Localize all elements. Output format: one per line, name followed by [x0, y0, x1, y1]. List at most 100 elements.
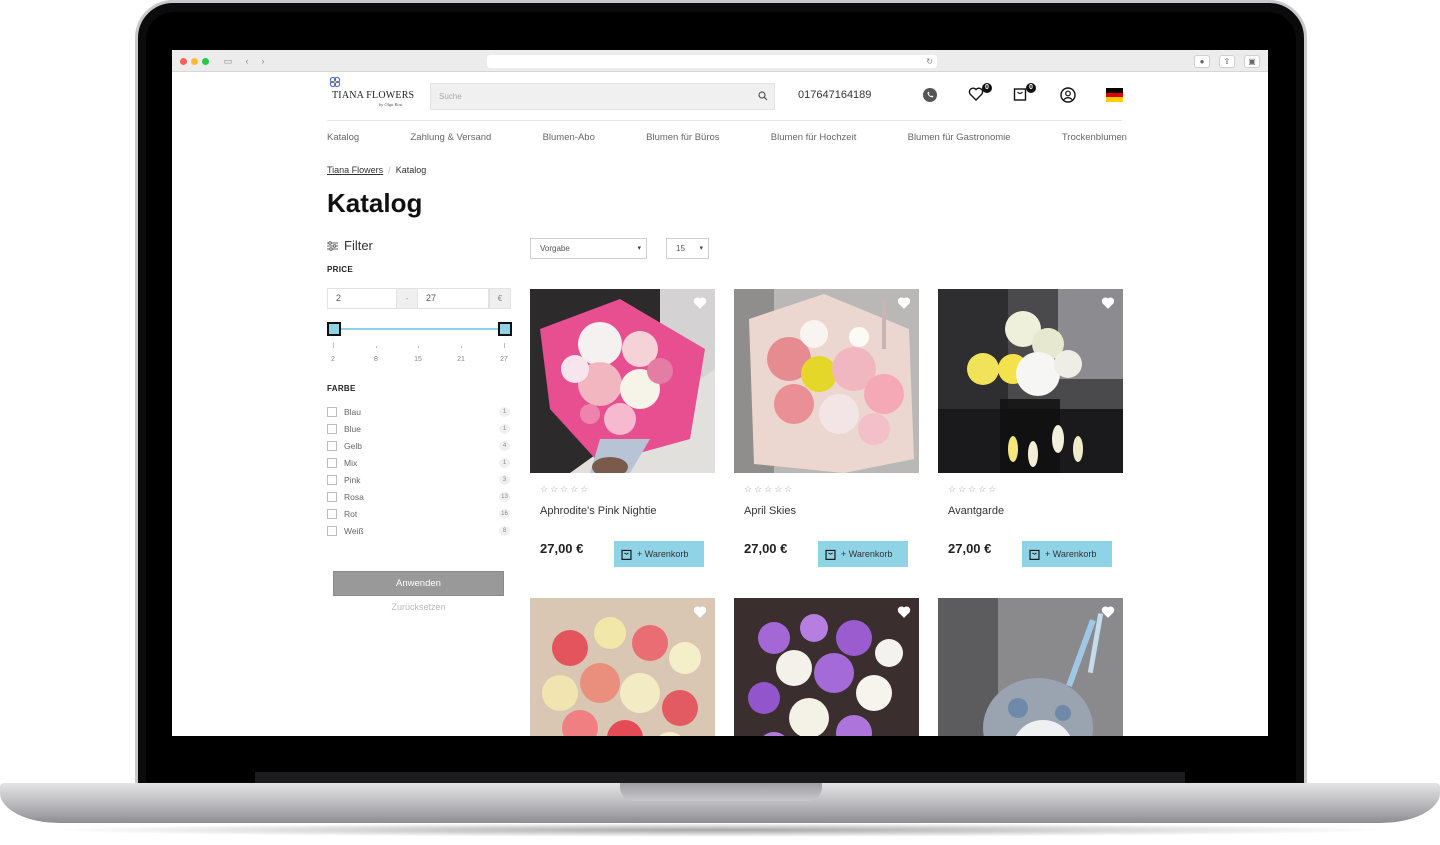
color-option-rot[interactable]: Rot 16	[327, 508, 510, 520]
checkbox[interactable]	[327, 441, 337, 451]
color-option-rosa[interactable]: Rosa 13	[327, 491, 510, 503]
minimize-window-button[interactable]	[191, 58, 198, 65]
product-card[interactable]	[530, 598, 715, 736]
wishlist-count-badge: 0	[982, 83, 992, 93]
checkbox[interactable]	[327, 407, 337, 417]
wishlist-button[interactable]: 0	[968, 83, 992, 104]
per-page-select[interactable]: 15 ▾	[666, 238, 709, 259]
breadcrumb: Tiana Flowers / Katalog	[327, 165, 426, 175]
color-count: 16	[499, 509, 510, 519]
price-min-input[interactable]: 2	[327, 288, 397, 309]
browser-screen: ▭ ‹ › ↻ ● ⇪ ▣ TIANA FLOWERS by Olga Rost…	[172, 50, 1268, 736]
product-image[interactable]	[530, 598, 715, 736]
product-card[interactable]: ☆☆☆☆☆ Aphrodite's Pink Nightie 27,00 € +…	[530, 289, 715, 567]
product-name[interactable]: April Skies	[744, 505, 796, 517]
address-bar[interactable]: ↻	[487, 55, 937, 68]
back-icon[interactable]: ‹	[242, 55, 252, 67]
color-option-mix[interactable]: Mix 1	[327, 457, 510, 469]
product-card[interactable]	[938, 598, 1123, 736]
nav-item-blumen-abo[interactable]: Blumen-Abo	[543, 132, 595, 146]
price-range-inputs: 2 - 27 €	[327, 288, 511, 309]
favorite-heart-icon[interactable]	[693, 296, 707, 310]
add-to-cart-label: + Warenkorb	[1045, 549, 1097, 559]
checkbox[interactable]	[327, 492, 337, 502]
reset-filter-link[interactable]: Zurücksetzen	[333, 602, 504, 612]
rating-stars[interactable]: ☆☆☆☆☆	[948, 484, 998, 495]
nav-item-trockenblumen[interactable]: Trockenblumen	[1062, 132, 1127, 146]
product-name[interactable]: Avantgarde	[948, 505, 1004, 517]
favorite-heart-icon[interactable]	[897, 605, 911, 619]
laptop-notch	[620, 783, 822, 801]
apply-filter-button[interactable]: Anwenden	[333, 571, 504, 596]
share-icon[interactable]: ⇪	[1219, 55, 1235, 68]
sort-select[interactable]: Vorgabe ▾	[530, 238, 647, 259]
phone-number[interactable]: 017647164189	[798, 89, 871, 101]
tabs-icon[interactable]: ▣	[1244, 55, 1260, 68]
color-option-pink[interactable]: Pink 3	[327, 474, 510, 486]
zoom-window-button[interactable]	[202, 58, 209, 65]
rating-stars[interactable]: ☆☆☆☆☆	[744, 484, 794, 495]
nav-divider	[327, 120, 1122, 121]
checkbox[interactable]	[327, 458, 337, 468]
shopping-bag-icon	[1029, 549, 1040, 560]
color-label: FARBE	[327, 384, 356, 393]
color-option-blue[interactable]: Blue 1	[327, 423, 510, 435]
product-image[interactable]	[734, 289, 919, 473]
color-option-blau[interactable]: Blau 1	[327, 406, 510, 418]
add-to-cart-button[interactable]: + Warenkorb	[818, 541, 908, 567]
forward-icon[interactable]: ›	[258, 55, 268, 67]
product-card[interactable]	[734, 598, 919, 736]
price-slider-min-handle[interactable]	[327, 322, 341, 336]
nav-item-zahlung-versand[interactable]: Zahlung & Versand	[411, 132, 492, 146]
add-to-cart-button[interactable]: + Warenkorb	[614, 541, 704, 567]
site-logo[interactable]: TIANA FLOWERS by Olga Rost	[327, 76, 417, 112]
rating-stars[interactable]: ☆☆☆☆☆	[540, 484, 590, 495]
german-flag-icon[interactable]	[1106, 88, 1123, 102]
product-price: 27,00 €	[948, 541, 992, 556]
product-card[interactable]: ☆☆☆☆☆ Avantgarde 27,00 € + Warenkorb	[938, 289, 1123, 567]
close-window-button[interactable]	[180, 58, 187, 65]
add-to-cart-button[interactable]: + Warenkorb	[1022, 541, 1112, 567]
reload-icon[interactable]: ↻	[926, 55, 933, 68]
sidebar-toggle-icon[interactable]: ▭	[222, 55, 234, 67]
price-max-input[interactable]: 27	[417, 288, 489, 309]
product-image[interactable]	[734, 598, 919, 736]
checkbox[interactable]	[327, 526, 337, 536]
favorite-heart-icon[interactable]	[1101, 605, 1115, 619]
add-to-cart-label: + Warenkorb	[841, 549, 893, 559]
download-icon[interactable]: ●	[1194, 55, 1210, 68]
user-account-icon[interactable]	[1059, 86, 1077, 104]
color-option-gelb[interactable]: Gelb 4	[327, 440, 510, 452]
slider-tick	[376, 346, 377, 348]
search-input[interactable]	[431, 84, 731, 109]
checkbox[interactable]	[327, 475, 337, 485]
favorite-heart-icon[interactable]	[897, 296, 911, 310]
slider-tick	[504, 343, 505, 348]
search-icon[interactable]	[758, 91, 768, 101]
filter-header[interactable]: Filter	[327, 238, 373, 253]
whatsapp-icon[interactable]	[921, 86, 939, 104]
product-card[interactable]: ☆☆☆☆☆ April Skies 27,00 € + Warenkorb	[734, 289, 919, 567]
product-image[interactable]	[938, 598, 1123, 736]
product-image[interactable]	[938, 289, 1123, 473]
nav-item-blumen-hochzeit[interactable]: Blumen für Hochzeit	[771, 132, 857, 146]
price-slider-max-handle[interactable]	[498, 322, 512, 336]
nav-item-blumen-gastronomie[interactable]: Blumen für Gastronomie	[908, 132, 1011, 146]
price-slider-track[interactable]	[334, 328, 505, 330]
breadcrumb-home-link[interactable]: Tiana Flowers	[327, 165, 383, 175]
product-name[interactable]: Aphrodite's Pink Nightie	[540, 505, 656, 517]
favorite-heart-icon[interactable]	[1101, 296, 1115, 310]
checkbox[interactable]	[327, 509, 337, 519]
nav-item-katalog[interactable]: Katalog	[327, 132, 359, 146]
checkbox[interactable]	[327, 424, 337, 434]
color-option-weiss[interactable]: Weiß 8	[327, 525, 510, 537]
laptop-hinge	[255, 772, 1185, 783]
favorite-heart-icon[interactable]	[693, 605, 707, 619]
white-yellow-vase-image	[938, 289, 1123, 473]
nav-item-blumen-buros[interactable]: Blumen für Büros	[646, 132, 719, 146]
cart-button[interactable]: 0	[1012, 83, 1036, 104]
product-image[interactable]	[530, 289, 715, 473]
color-count: 1	[499, 424, 510, 434]
color-count: 8	[499, 526, 510, 536]
laptop-shadow	[40, 823, 1400, 837]
